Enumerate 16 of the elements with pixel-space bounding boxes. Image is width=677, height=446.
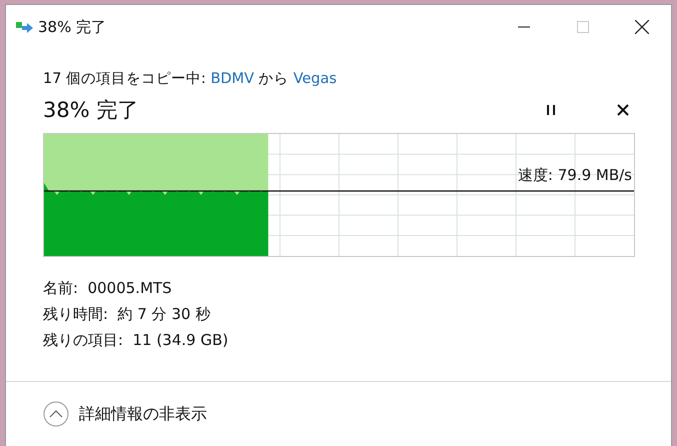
- progress-status: 38% 完了: [43, 97, 140, 124]
- window-title: 38% 完了: [38, 18, 106, 36]
- close-icon: [635, 20, 649, 34]
- hide-details-button[interactable]: 詳細情報の非表示: [43, 401, 207, 427]
- speed-label: 速度: 79.9 MB/s: [518, 166, 632, 185]
- copy-icon: [16, 20, 34, 34]
- pause-icon: [546, 104, 556, 116]
- detail-line: 名前: 00005.MTS: [43, 278, 173, 299]
- detail-line: 残りの項目: 11 (34.9 GB): [43, 330, 230, 351]
- folder-link[interactable]: Vegas: [293, 71, 337, 87]
- copy-description: 17 個の項目をコピー中: BDMV から Vegas: [43, 70, 338, 89]
- maximize-icon: [577, 21, 589, 33]
- close-icon: [617, 104, 629, 116]
- folder-link[interactable]: BDMV: [210, 71, 254, 87]
- detail-line: 残り時間: 約 7 分 30 秒: [43, 304, 212, 325]
- chevron-up-icon: [43, 401, 69, 427]
